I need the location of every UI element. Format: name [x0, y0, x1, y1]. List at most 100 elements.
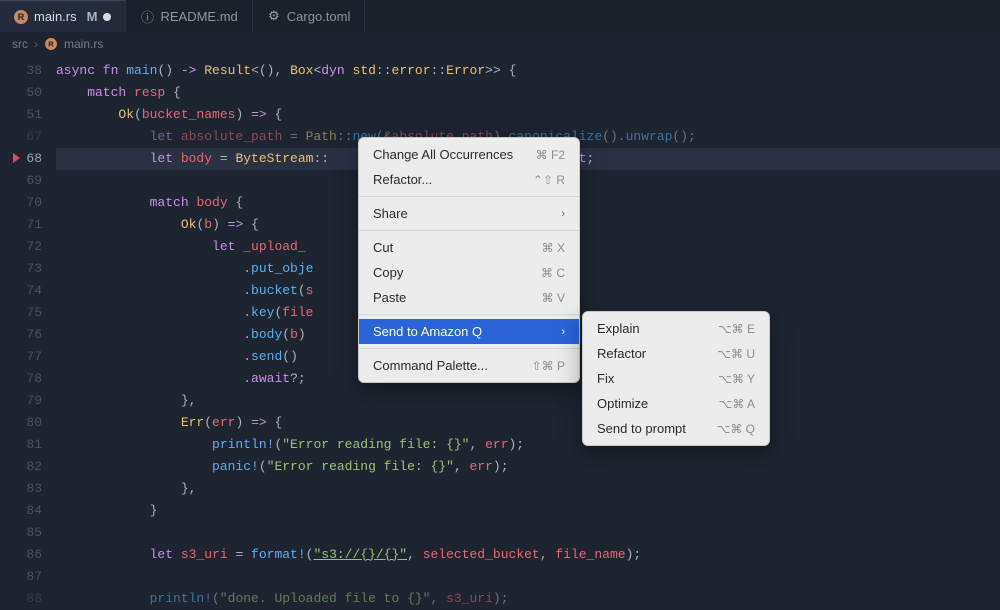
menu-shortcut: ⌥⌘ A [718, 397, 755, 411]
code-line[interactable]: panic!("Error reading file: {}", err); [56, 456, 1000, 478]
menu-shortcut: ⌥⌘ Q [717, 422, 756, 436]
menu-item[interactable]: Refactor ⌥⌘ U [583, 341, 769, 366]
code-line[interactable]: println!("done. Uploaded file to {}", s3… [56, 588, 1000, 610]
line-number: 86 [0, 544, 42, 566]
line-number: 70 [0, 192, 42, 214]
menu-item-label: Fix [597, 371, 614, 386]
gear-icon: ⚙ [267, 9, 281, 23]
menu-item[interactable]: Send to Amazon Q › [359, 319, 579, 344]
menu-item-label: Change All Occurrences [373, 147, 513, 162]
code-line[interactable]: }, [56, 478, 1000, 500]
line-number: 82 [0, 456, 42, 478]
menu-shortcut: ⇧⌘ P [532, 359, 565, 373]
menu-item[interactable]: Send to prompt ⌥⌘ Q [583, 416, 769, 441]
menu-item-label: Send to prompt [597, 421, 686, 436]
tab-cargo-toml[interactable]: ⚙ Cargo.toml [253, 0, 366, 32]
code-line[interactable] [56, 566, 1000, 588]
code-line[interactable]: } [56, 500, 1000, 522]
menu-shortcut: ⌥⌘ E [718, 322, 755, 336]
line-number: 84 [0, 500, 42, 522]
line-number: 69 [0, 170, 42, 192]
menu-item[interactable]: Fix ⌥⌘ Y [583, 366, 769, 391]
line-number: 83 [0, 478, 42, 500]
code-line[interactable]: Ok(bucket_names) => { [56, 104, 1000, 126]
tab-label: main.rs [34, 9, 77, 24]
menu-item[interactable]: Share › [359, 201, 579, 226]
menu-item-label: Share [373, 206, 408, 221]
line-number: 75 [0, 302, 42, 324]
line-number: 38 [0, 60, 42, 82]
menu-separator [359, 230, 579, 231]
menu-separator [359, 196, 579, 197]
menu-shortcut: ⌘ C [541, 266, 565, 280]
chevron-right-icon: › [34, 37, 38, 51]
tab-label: README.md [160, 9, 237, 24]
menu-separator [359, 314, 579, 315]
line-number-gutter: 3850516768697071727374757677787980818283… [0, 56, 56, 576]
editor-tabs: R main.rs M ⓘ README.md ⚙ Cargo.toml [0, 0, 1000, 32]
line-number: 72 [0, 236, 42, 258]
line-number: 80 [0, 412, 42, 434]
rust-icon: R [45, 38, 57, 50]
breadcrumb[interactable]: src › R main.rs [0, 32, 1000, 56]
line-number: 77 [0, 346, 42, 368]
menu-shortcut: ⌃⇧ R [533, 173, 565, 187]
menu-item-label: Refactor... [373, 172, 432, 187]
menu-separator [359, 348, 579, 349]
menu-item[interactable]: Copy ⌘ C [359, 260, 579, 285]
menu-item[interactable]: Explain ⌥⌘ E [583, 316, 769, 341]
menu-item-label: Refactor [597, 346, 646, 361]
context-menu: Change All Occurrences ⌘ F2 Refactor... ⌃⇧ … [358, 137, 580, 383]
menu-item-label: Cut [373, 240, 393, 255]
line-number: 51 [0, 104, 42, 126]
info-icon: ⓘ [140, 9, 154, 23]
line-number: 76 [0, 324, 42, 346]
menu-shortcut: ⌘ F2 [536, 148, 565, 162]
line-number: 68 [0, 148, 42, 170]
menu-item[interactable]: Optimize ⌥⌘ A [583, 391, 769, 416]
line-number: 74 [0, 280, 42, 302]
line-number: 85 [0, 522, 42, 544]
line-number: 79 [0, 390, 42, 412]
line-number: 73 [0, 258, 42, 280]
chevron-right-icon: › [561, 326, 565, 338]
unsaved-dot-icon [103, 13, 111, 21]
line-number: 88 [0, 588, 42, 610]
rust-icon: R [14, 10, 28, 24]
breadcrumb-file: main.rs [64, 37, 103, 51]
breadcrumb-folder: src [12, 37, 28, 51]
code-line[interactable]: async fn main() -> Result<(), Box<dyn st… [56, 60, 1000, 82]
menu-item-label: Copy [373, 265, 403, 280]
menu-shortcut: ⌥⌘ Y [718, 372, 755, 386]
menu-item-label: Explain [597, 321, 640, 336]
chevron-right-icon: › [561, 208, 565, 220]
code-line[interactable]: println!("Error reading file: {}", err); [56, 434, 1000, 456]
menu-item[interactable]: Cut ⌘ X [359, 235, 579, 260]
menu-item[interactable]: Paste ⌘ V [359, 285, 579, 310]
line-number: 87 [0, 566, 42, 588]
line-number: 81 [0, 434, 42, 456]
code-line[interactable]: Err(err) => { [56, 412, 1000, 434]
tab-main-rs[interactable]: R main.rs M [0, 0, 126, 32]
line-number: 50 [0, 82, 42, 104]
tab-label: Cargo.toml [287, 9, 351, 24]
menu-shortcut: ⌥⌘ U [717, 347, 755, 361]
line-number: 71 [0, 214, 42, 236]
code-line[interactable] [56, 522, 1000, 544]
line-number: 78 [0, 368, 42, 390]
menu-shortcut: ⌘ V [542, 291, 565, 305]
menu-item-label: Optimize [597, 396, 648, 411]
menu-item-label: Paste [373, 290, 406, 305]
code-line[interactable]: let s3_uri = format!("s3://{}/{}", selec… [56, 544, 1000, 566]
context-submenu: Explain ⌥⌘ E Refactor ⌥⌘ U Fix ⌥⌘ Y Optimize ⌥⌘… [582, 311, 770, 446]
menu-item[interactable]: Command Palette... ⇧⌘ P [359, 353, 579, 378]
menu-shortcut: ⌘ X [542, 241, 565, 255]
tab-readme[interactable]: ⓘ README.md [126, 0, 252, 32]
menu-item[interactable]: Refactor... ⌃⇧ R [359, 167, 579, 192]
code-line[interactable]: }, [56, 390, 1000, 412]
modified-badge: M [87, 9, 98, 24]
code-line[interactable]: match resp { [56, 82, 1000, 104]
menu-item[interactable]: Change All Occurrences ⌘ F2 [359, 142, 579, 167]
menu-item-label: Send to Amazon Q [373, 324, 482, 339]
menu-item-label: Command Palette... [373, 358, 488, 373]
